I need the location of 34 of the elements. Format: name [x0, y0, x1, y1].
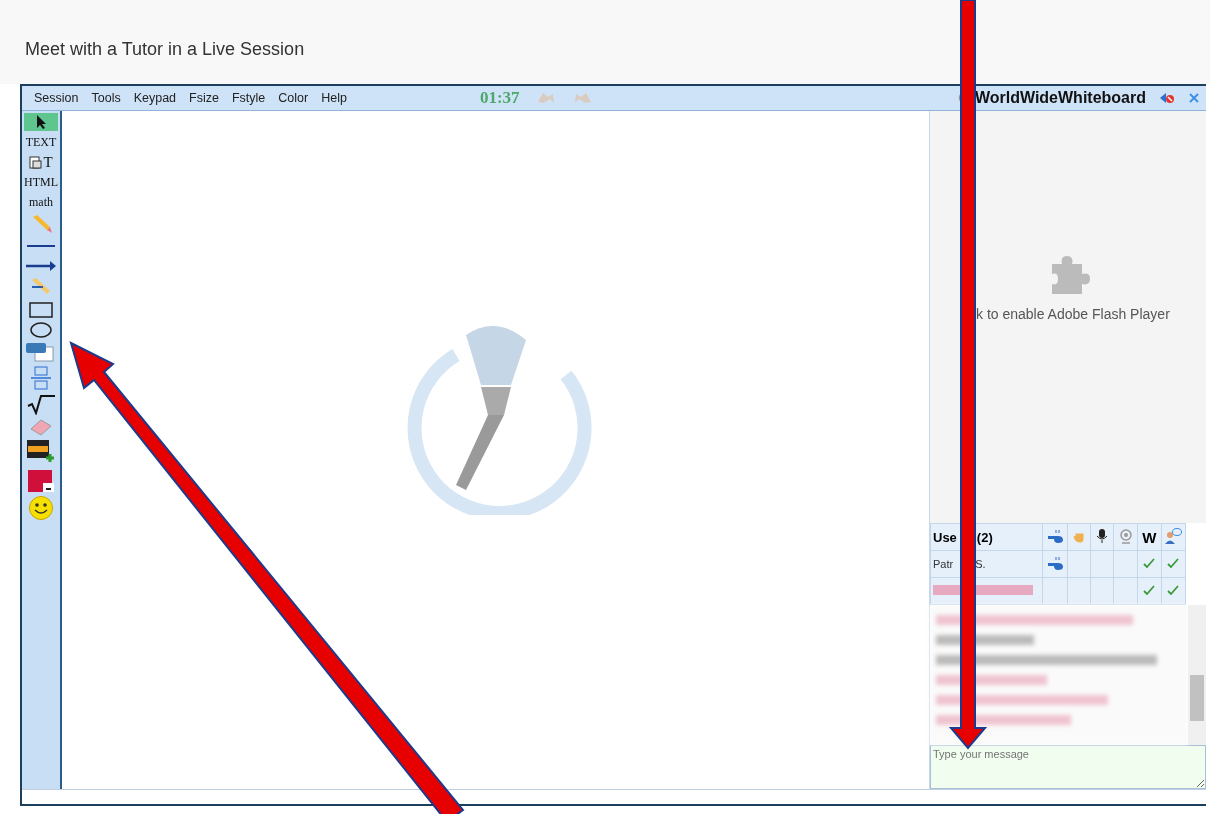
plugin-area[interactable]: k to enable Adobe Flash Player — [930, 111, 1206, 523]
users-heading: Use — [933, 529, 957, 545]
whistle-icon — [1046, 527, 1064, 544]
menu-item[interactable]: Keypad — [133, 91, 177, 105]
webcam-icon — [1118, 527, 1133, 544]
tool-button[interactable]: TEXT — [24, 133, 58, 151]
menu-item[interactable]: Fstyle — [231, 91, 266, 105]
check-icon — [1167, 556, 1180, 569]
column-header: W — [1142, 528, 1157, 546]
menu-item[interactable]: Color — [278, 91, 309, 105]
close-icon[interactable] — [1188, 92, 1200, 104]
message-input[interactable]: Type your message — [930, 745, 1206, 789]
mute-icon[interactable] — [1159, 91, 1175, 105]
scrollbar[interactable] — [1188, 605, 1206, 745]
user-name: Patr — [933, 558, 954, 570]
whistle-icon — [1046, 554, 1064, 571]
microphone-icon — [1096, 527, 1109, 544]
plugin-message: k to enable Adobe Flash Player — [976, 306, 1170, 322]
check-icon — [1143, 556, 1156, 569]
menu-item[interactable]: Session — [34, 91, 79, 105]
check-icon — [1143, 583, 1156, 596]
brand-name: WorldWideWhiteboard — [974, 89, 1146, 107]
users-count: (2) — [976, 529, 993, 545]
person-chat-icon — [1164, 526, 1183, 545]
tool-button[interactable]: math — [24, 193, 58, 211]
menu-item[interactable]: Help — [321, 91, 347, 105]
user-name: S. — [975, 558, 986, 570]
session-timer: 01:37 — [479, 88, 520, 108]
page-title: Meet with a Tutor in a Live Session — [25, 38, 305, 60]
check-icon — [1167, 583, 1180, 596]
tool-button[interactable]: HTML — [24, 173, 58, 191]
pointer-tool-icon[interactable] — [24, 113, 58, 131]
menu-item[interactable]: Tools — [91, 91, 121, 105]
menu-item[interactable]: Fsize — [189, 91, 219, 105]
